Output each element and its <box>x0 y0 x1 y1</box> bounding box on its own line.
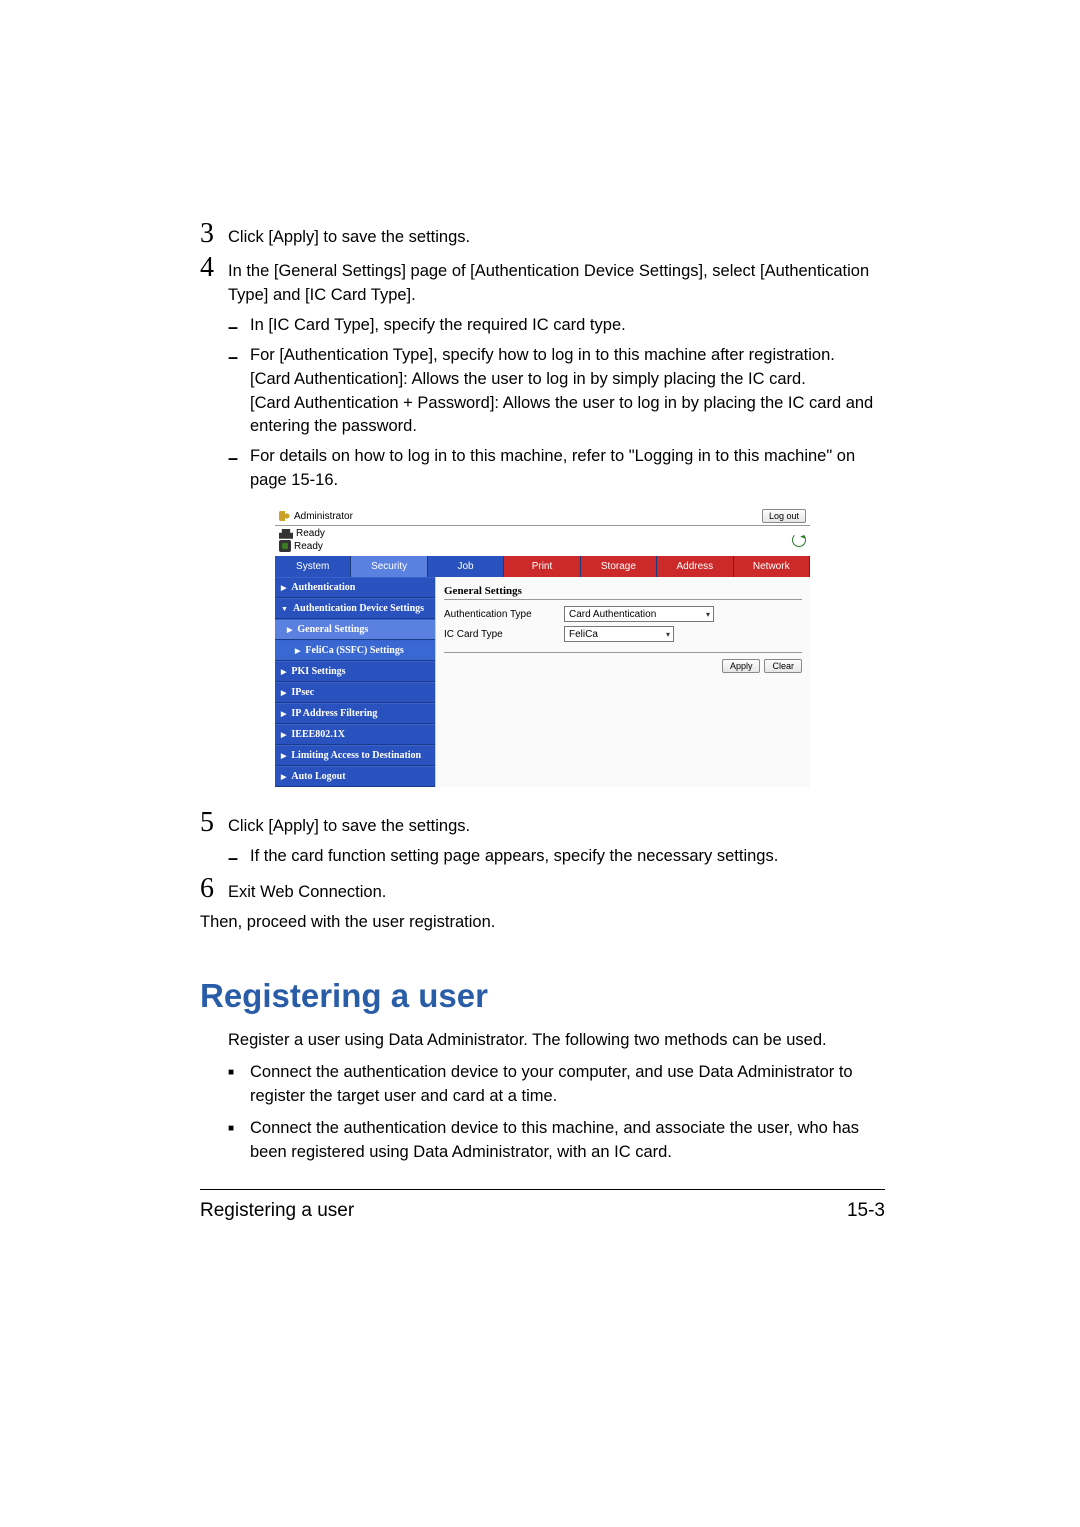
ic-card-type-label: IC Card Type <box>444 629 564 640</box>
sidebar-item-auth-device-settings[interactable]: Authentication Device Settings <box>275 598 435 619</box>
step-number: 3 <box>200 220 228 248</box>
chevron-down-icon: ▾ <box>666 630 670 639</box>
toner-icon <box>279 540 291 552</box>
sidebar-item-authentication[interactable]: Authentication <box>275 577 435 598</box>
sidebar-item-ieee8021x[interactable]: IEEE802.1X <box>275 724 435 745</box>
bullet-item: Connect the authentication device to thi… <box>228 1117 885 1165</box>
page-footer: Registering a user 15-3 <box>200 1189 885 1222</box>
sidebar-item-pki-settings[interactable]: PKI Settings <box>275 661 435 682</box>
tab-print[interactable]: Print <box>504 556 580 577</box>
subitem: For details on how to log in to this mac… <box>228 445 885 493</box>
status-ready: Ready <box>294 541 323 552</box>
step-text: Click [Apply] to save the settings. <box>228 220 885 250</box>
sidebar-item-general-settings[interactable]: General Settings <box>275 619 435 640</box>
subitem: If the card function setting page appear… <box>228 845 885 869</box>
logout-button[interactable]: Log out <box>762 509 806 523</box>
sidebar-item-ip-filtering[interactable]: IP Address Filtering <box>275 703 435 724</box>
subitem: For [Authentication Type], specify how t… <box>228 344 885 440</box>
printer-icon <box>279 529 293 539</box>
sidebar-item-limiting-access[interactable]: Limiting Access to Destination <box>275 745 435 766</box>
step-number: 6 <box>200 875 228 903</box>
step-6: 6 Exit Web Connection. <box>200 875 885 905</box>
refresh-icon[interactable] <box>792 533 806 547</box>
tab-address[interactable]: Address <box>657 556 733 577</box>
step-text: Click [Apply] to save the settings. <box>228 809 885 839</box>
auth-type-select[interactable]: Card Authentication ▾ <box>564 606 714 622</box>
section-heading: Registering a user <box>200 977 885 1015</box>
step-4: 4 In the [General Settings] page of [Aut… <box>200 254 885 308</box>
auth-type-value: Card Authentication <box>569 609 656 620</box>
ss-tabs: System Security Job Print Storage Addres… <box>275 556 810 577</box>
ss-sidebar: Authentication Authentication Device Set… <box>275 577 435 787</box>
ic-card-type-value: FeliCa <box>569 629 598 640</box>
tab-network[interactable]: Network <box>734 556 810 577</box>
tab-storage[interactable]: Storage <box>581 556 657 577</box>
step-text: In the [General Settings] page of [Authe… <box>228 254 885 308</box>
embedded-screenshot: Administrator Log out Ready Ready System… <box>275 507 810 787</box>
step-5: 5 Click [Apply] to save the settings. <box>200 809 885 839</box>
step-3: 3 Click [Apply] to save the settings. <box>200 220 885 250</box>
footer-right: 15-3 <box>847 1200 885 1222</box>
section-intro: Register a user using Data Administrator… <box>200 1029 885 1053</box>
bullet-item: Connect the authentication device to you… <box>228 1061 885 1109</box>
ss-main-panel: General Settings Authentication Type Car… <box>435 577 810 787</box>
tab-security[interactable]: Security <box>351 556 427 577</box>
chevron-down-icon: ▾ <box>706 610 710 619</box>
step-4-sublist: In [IC Card Type], specify the required … <box>200 314 885 493</box>
subitem: In [IC Card Type], specify the required … <box>228 314 885 338</box>
sidebar-item-auto-logout[interactable]: Auto Logout <box>275 766 435 787</box>
register-methods: Connect the authentication device to you… <box>200 1061 885 1165</box>
step-5-sublist: If the card function setting page appear… <box>200 845 885 869</box>
panel-title: General Settings <box>444 585 802 597</box>
ss-status: Ready Ready <box>275 526 810 556</box>
auth-type-label: Authentication Type <box>444 609 564 620</box>
step-text: Exit Web Connection. <box>228 875 885 905</box>
key-icon <box>279 511 291 521</box>
sidebar-item-ipsec[interactable]: IPsec <box>275 682 435 703</box>
apply-button[interactable]: Apply <box>722 659 761 673</box>
footer-left: Registering a user <box>200 1200 354 1222</box>
tab-system[interactable]: System <box>275 556 351 577</box>
ic-card-type-select[interactable]: FeliCa ▾ <box>564 626 674 642</box>
step-number: 5 <box>200 809 228 837</box>
tab-job[interactable]: Job <box>428 556 504 577</box>
status-ready: Ready <box>296 528 325 539</box>
ss-topbar: Administrator Log out <box>275 507 810 526</box>
step-number: 4 <box>200 254 228 282</box>
admin-label: Administrator <box>294 511 353 522</box>
clear-button[interactable]: Clear <box>764 659 802 673</box>
follow-text: Then, proceed with the user registration… <box>200 911 885 935</box>
sidebar-item-felica-settings[interactable]: FeliCa (SSFC) Settings <box>275 640 435 661</box>
